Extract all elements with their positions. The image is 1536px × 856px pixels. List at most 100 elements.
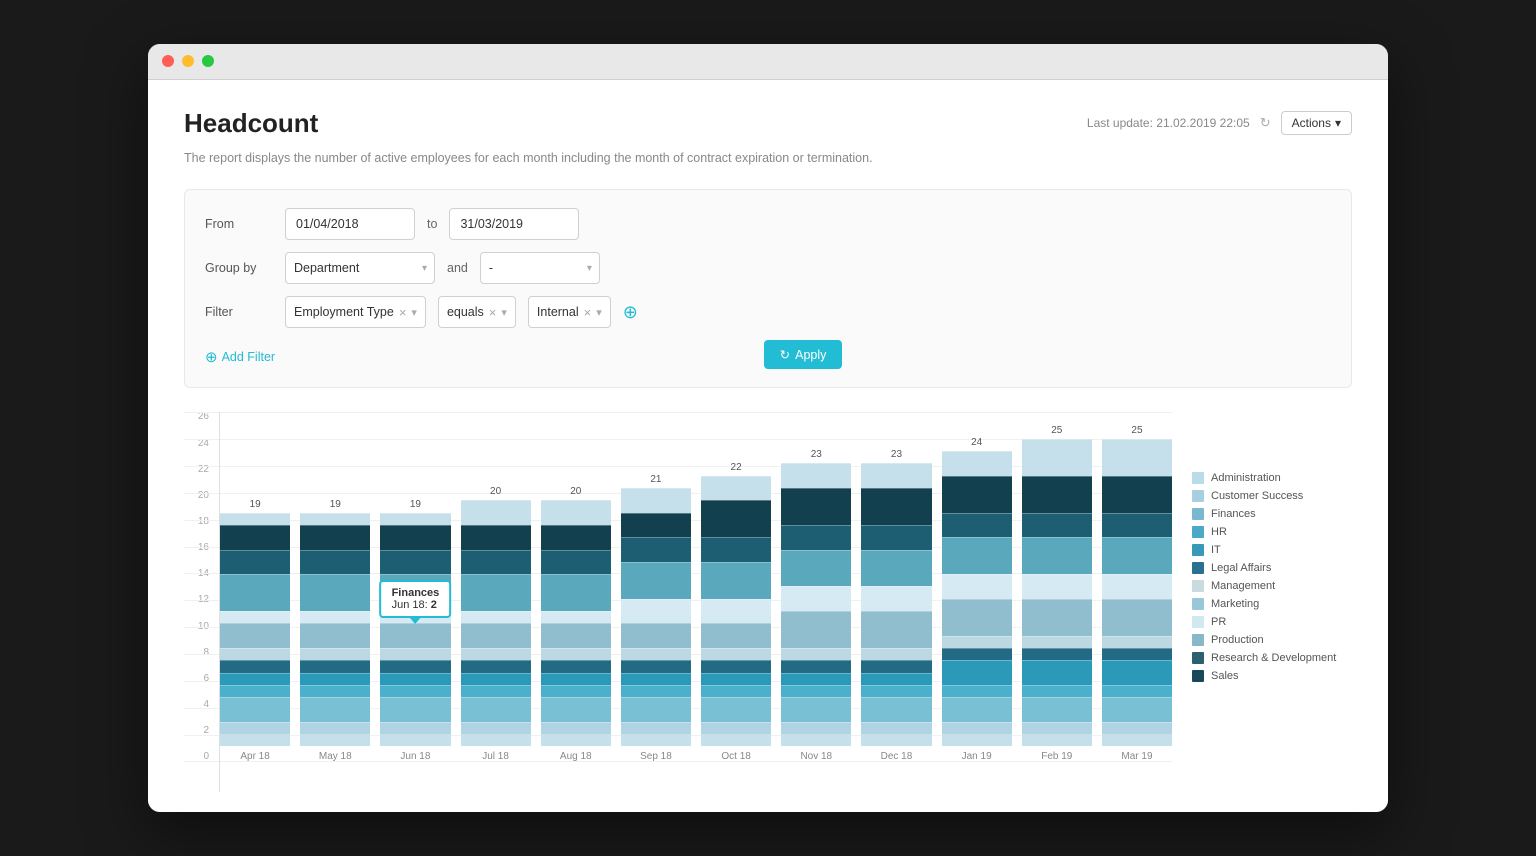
legend-label: Administration [1211,472,1281,484]
bar-group[interactable]: 21Sep 18 [621,474,691,762]
bar-segment [942,599,1012,636]
bar-segment [1102,648,1172,660]
to-date-input[interactable] [449,208,579,240]
bar-group[interactable]: 23Dec 18 [861,449,931,762]
add-filter-link[interactable]: ⊕ Add Filter [205,348,275,366]
legend-label: Customer Success [1211,490,1303,502]
bar-month-label: May 18 [319,751,352,762]
bar-segment [701,500,771,537]
filter-actions-row: ⊕ Add Filter ↻ Apply [205,340,1331,369]
add-filter-circle-icon[interactable]: ⊕ [623,302,638,323]
bar-segment [220,574,290,611]
actions-button[interactable]: Actions ▾ [1281,111,1352,135]
last-update-label: Last update: 21.02.2019 22:05 [1087,116,1250,130]
filter-field-clear-icon[interactable]: × [399,305,407,320]
and-label: and [447,261,468,275]
filter-operator-chevron-icon[interactable]: ▾ [501,306,507,319]
bar-group[interactable]: 24Jan 19 [942,437,1012,762]
bar-segment [621,697,691,722]
filter-field-tag[interactable]: Employment Type × ▾ [285,296,426,328]
bar-group[interactable]: 19 May 18 [300,499,370,763]
bar-segment [861,660,931,672]
bar-segment [701,734,771,746]
stacked-bar[interactable] [461,500,531,746]
bar-segment [220,623,290,648]
minimize-button[interactable] [182,55,194,67]
stacked-bar[interactable] [621,488,691,746]
stacked-bar[interactable]: FinancesJun 18: 2 [380,513,450,747]
bar-segment [1102,599,1172,636]
filter-operator-clear-icon[interactable]: × [489,305,497,320]
group-by-second-select-wrapper: - ▾ [480,252,600,284]
bar-group[interactable]: 25Feb 19 [1022,425,1092,763]
bar-segment [300,673,370,685]
legend-item: Production [1192,634,1352,646]
legend-item: Legal Affairs [1192,562,1352,574]
bar-month-label: Nov 18 [800,751,832,762]
bar-segment [942,660,1012,685]
bar-segment [781,611,851,648]
maximize-button[interactable] [202,55,214,67]
bar-segment [621,685,691,697]
bar-segment [781,722,851,734]
bar-segment [942,537,1012,574]
filter-value-tag[interactable]: Internal × ▾ [528,296,611,328]
filter-operator-tag[interactable]: equals × ▾ [438,296,516,328]
stacked-bar[interactable] [300,513,370,747]
bar-segment [300,722,370,734]
group-by-second-select[interactable]: - [480,252,600,284]
bar-group[interactable]: 19FinancesJun 18: 2Jun 18 [380,499,450,763]
filter-field-value: Employment Type [294,305,394,319]
bar-group[interactable]: 20Aug 18 [541,486,611,762]
bar-segment [541,574,611,611]
bar-segment [541,660,611,672]
bar-segment [1102,722,1172,734]
stacked-bar[interactable] [541,500,611,746]
stacked-bar[interactable] [1102,439,1172,747]
bar-total-label: 19 [330,499,341,510]
stacked-bar[interactable] [1022,439,1092,747]
bar-segment [861,685,931,697]
bar-segment [380,513,450,525]
legend-item: IT [1192,544,1352,556]
filter-field-chevron-icon[interactable]: ▾ [411,306,417,319]
bar-segment [781,660,851,672]
stacked-bar[interactable] [942,451,1012,746]
bar-segment [220,611,290,623]
bar-segment [781,463,851,488]
group-by-label: Group by [205,261,273,275]
apply-refresh-icon: ↻ [780,347,790,362]
bar-segment [300,648,370,660]
bar-month-label: Apr 18 [240,751,269,762]
bar-segment [220,734,290,746]
filter-value-chevron-icon[interactable]: ▾ [596,306,602,319]
filter-label: Filter [205,305,273,319]
bar-month-label: Jul 18 [482,751,509,762]
bar-segment [1102,685,1172,697]
apply-button[interactable]: ↻ Apply [764,340,843,369]
from-date-input[interactable] [285,208,415,240]
legend-label: PR [1211,616,1226,628]
stacked-bar[interactable] [781,463,851,746]
group-by-select[interactable]: Department [285,252,435,284]
legend-color-swatch [1192,544,1204,556]
close-button[interactable] [162,55,174,67]
bar-segment [300,550,370,575]
bar-segment [861,525,931,550]
bar-group[interactable]: 22Oct 18 [701,462,771,763]
filter-value-clear-icon[interactable]: × [584,305,592,320]
bar-group[interactable]: 19 Apr 18 [220,499,290,763]
stacked-bar[interactable] [701,476,771,747]
bar-segment [781,685,851,697]
bar-group[interactable]: 25Mar 19 [1102,425,1172,763]
bar-group[interactable]: 20Jul 18 [461,486,531,762]
refresh-icon[interactable]: ↻ [1260,115,1271,131]
bar-segment [861,586,931,611]
bar-segment [220,660,290,672]
bar-total-label: 19 [250,499,261,510]
stacked-bar[interactable] [861,463,931,746]
bar-segment [861,722,931,734]
bar-segment [541,685,611,697]
stacked-bar[interactable] [220,513,290,747]
bar-group[interactable]: 23Nov 18 [781,449,851,762]
